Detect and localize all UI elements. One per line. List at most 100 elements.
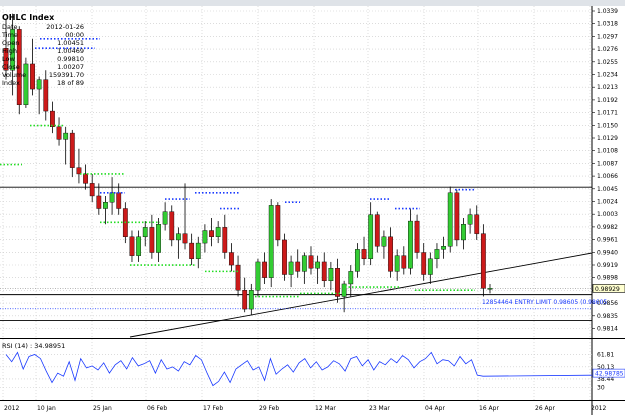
candle-down <box>401 255 407 269</box>
price-tick-label: 0.9814 <box>597 326 618 333</box>
info-label: High <box>2 47 17 55</box>
date-tick-label: 17 Feb <box>203 405 223 412</box>
info-label: Low <box>2 55 15 63</box>
candle-down <box>414 220 420 253</box>
candle-up <box>215 227 221 238</box>
candle-down <box>295 261 301 272</box>
price-tick-label: 1.0255 <box>597 59 618 66</box>
candle-up <box>248 290 254 310</box>
candle-up <box>142 227 148 238</box>
info-rows: Date 2012-01-26 Time 00:00 Open 1.00451 High 1.… <box>2 23 84 87</box>
date-tick-label: 2012 <box>4 405 19 412</box>
info-row: High 1.00469 <box>2 47 84 55</box>
date-tick-label: 29 Feb <box>259 405 279 412</box>
candle-up <box>427 258 433 275</box>
candle-down <box>76 167 82 175</box>
candle-down <box>335 268 340 297</box>
price-tick-label: 1.0318 <box>597 21 618 28</box>
candle-up <box>136 236 142 256</box>
date-tick-label: 25 Jan <box>93 405 112 412</box>
candle-down <box>222 227 228 253</box>
price-tick-label: 0.9982 <box>597 224 618 231</box>
candle-down <box>116 192 122 209</box>
date-tick-label: 12 Mar <box>315 405 336 412</box>
info-value: 00:00 <box>65 31 84 39</box>
candle-up <box>381 236 387 247</box>
price-tick-label: 1.0045 <box>597 186 618 193</box>
info-row: Volume 159391.70 <box>2 71 84 79</box>
candle-up <box>341 283 347 297</box>
rsi-level-label: 30 <box>597 385 605 392</box>
price-tick-label: 1.0150 <box>597 122 618 129</box>
candle-down <box>50 110 55 128</box>
candle-up <box>315 261 321 269</box>
candle-down <box>361 249 367 260</box>
price-chart[interactable]: 1.0339 1.0318 1.0297 1.0276 1.0255 1.0234 1.02… <box>0 6 625 415</box>
candle-up <box>63 132 69 140</box>
candle-down <box>308 255 314 269</box>
candle-down <box>374 214 380 247</box>
candle-down <box>129 236 135 256</box>
info-label: Volume <box>2 71 27 79</box>
order-label[interactable]: 12854464 ENTRY LIMIT 0.98605 (0.98605 <box>482 299 607 306</box>
candle-up <box>162 211 168 225</box>
info-value: 2012-01-26 <box>46 23 84 31</box>
candle-down <box>421 252 427 275</box>
date-tick-label: 2012 <box>591 405 606 412</box>
candle-up <box>394 255 400 272</box>
price-tick-label: 0.9919 <box>597 262 618 269</box>
date-tick-label: 06 Feb <box>147 405 167 412</box>
price-tick-label: 1.0234 <box>597 72 618 79</box>
candle-up <box>328 268 334 282</box>
instrument-title: OHLC Index <box>2 13 55 22</box>
candle-down <box>89 183 95 197</box>
candle-down <box>229 252 234 266</box>
info-value: 18 of 89 <box>57 79 84 87</box>
price-tick-label: 1.0339 <box>597 8 618 15</box>
candle-up <box>109 192 115 203</box>
price-tick-label: 1.0276 <box>597 46 618 53</box>
candle-up <box>354 249 360 272</box>
info-row: Index 18 of 89 <box>2 79 84 87</box>
candle-down <box>169 211 175 241</box>
price-tick-label: 1.0297 <box>597 33 618 40</box>
candle-down <box>321 261 327 282</box>
candle-down <box>282 239 287 275</box>
price-tick-label: 1.0192 <box>597 97 618 104</box>
candle-up <box>467 214 473 225</box>
candle-up <box>288 261 294 275</box>
candle-down <box>149 227 155 253</box>
price-tick-label: 1.0066 <box>597 173 618 180</box>
candle-up <box>268 205 274 278</box>
rsi-level-label: 61.81 <box>597 352 614 359</box>
candle-down <box>69 132 75 168</box>
candle-down <box>56 126 62 140</box>
info-value: 159391.70 <box>48 71 84 79</box>
candle-down <box>474 214 480 234</box>
info-label: Date <box>2 23 18 31</box>
candle-down <box>189 242 195 259</box>
info-row: Close 1.00207 <box>2 63 84 71</box>
info-value: 0.99810 <box>57 55 84 63</box>
candle-up <box>434 249 440 260</box>
price-tick-label: 1.0171 <box>597 110 618 117</box>
candle-up <box>348 271 354 285</box>
candle-up <box>255 261 261 291</box>
date-tick-label: 10 Jan <box>37 405 56 412</box>
candle-down <box>388 236 393 272</box>
price-tick-label: 1.0213 <box>597 84 618 91</box>
price-tick-label: 0.9961 <box>597 237 618 244</box>
info-label: Close <box>2 63 20 71</box>
price-tick-label: 0.9940 <box>597 249 618 256</box>
candle-down <box>182 233 188 244</box>
candle-up <box>156 224 161 253</box>
info-row: Open 1.00451 <box>2 39 84 47</box>
candle-up <box>368 214 374 260</box>
candle-down <box>262 261 267 278</box>
candle-down <box>235 264 241 291</box>
date-tick-label: 26 Apr <box>535 405 555 412</box>
info-value: 1.00207 <box>57 63 84 71</box>
price-tick-label: 0.9835 <box>597 313 618 320</box>
price-tick-label: 1.0003 <box>597 211 618 218</box>
info-row: Low 0.99810 <box>2 55 84 63</box>
